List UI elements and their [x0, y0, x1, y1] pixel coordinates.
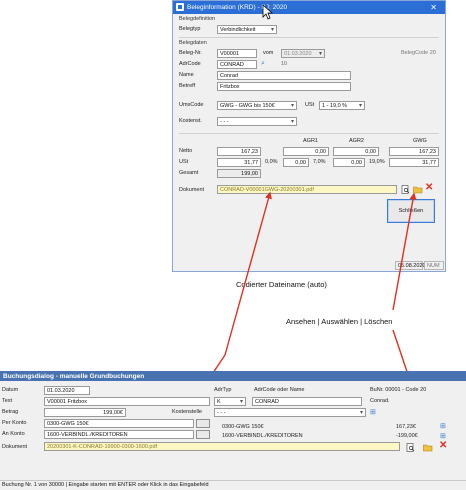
perkonto-label: Per Konto — [2, 420, 27, 426]
an-detail-icon[interactable]: ⊞ — [440, 432, 446, 440]
perkonto-lookup-button[interactable] — [196, 419, 210, 428]
adrtyp-label: AdrTyp — [214, 387, 232, 393]
kostenstelle-lookup-icon[interactable]: ⊞ — [370, 408, 376, 416]
kostenstelle-label: Kostenstelle — [172, 409, 202, 415]
betrag-input[interactable]: 199,00€ — [44, 408, 126, 417]
bunr-label: BuNr. 00001 - Code 20 — [370, 387, 427, 393]
delete-x-icon[interactable]: ✕ — [439, 441, 447, 451]
ankonto-input[interactable]: 1600-VERBINDL./KREDITOREN — [44, 430, 194, 439]
arrow-codierter-up — [224, 191, 272, 356]
per-detail-icon[interactable]: ⊞ — [440, 422, 446, 430]
view-document-icon[interactable] — [406, 443, 415, 452]
conrad-label: Conrad. — [370, 398, 390, 404]
text-input[interactable]: V00001 Fritzbox — [44, 397, 210, 406]
folder-open-icon[interactable] — [423, 443, 433, 452]
dokument2-input[interactable]: 20200301-K-CONRAD-19900-0300-1600.pdf — [44, 442, 400, 451]
arrow-ansehen-up — [392, 192, 417, 311]
adrcode-name-input[interactable]: CONRAD — [252, 397, 362, 406]
adrtyp-select[interactable]: K — [214, 397, 246, 406]
kostenstelle-select[interactable]: - - - — [214, 408, 366, 417]
buchungsdialog: Buchungsdialog - manuelle Grundbuchungen… — [0, 371, 466, 490]
text-label: Text — [2, 398, 13, 404]
an-info: 1600-VERBINDL./KREDITOREN — [222, 433, 303, 439]
ankonto-label: An Konto — [2, 431, 25, 437]
dokument2-label: Dokument — [2, 444, 28, 450]
adrcode-name-label: AdrCode oder Name — [254, 387, 305, 393]
ankonto-lookup-button[interactable] — [196, 430, 210, 439]
datum-input[interactable]: 01.03.2020 — [44, 386, 90, 395]
datum-label: Datum — [2, 387, 19, 393]
buchungsdialog-title: Buchungsdialog - manuelle Grundbuchungen — [3, 373, 145, 380]
per-amount: 167,23€ — [396, 424, 416, 430]
per-info: 0300-GWG 150€ — [222, 424, 264, 430]
perkonto-input[interactable]: 0300-GWG 150€ — [44, 419, 194, 428]
betrag-label: Betrag — [2, 409, 19, 415]
kostenstelle-value: - - - — [217, 410, 226, 416]
buchungsdialog-header: Buchungsdialog - manuelle Grundbuchungen — [0, 371, 466, 381]
adrtyp-value: K — [217, 399, 221, 405]
an-amount: -199,00€ — [396, 433, 418, 439]
